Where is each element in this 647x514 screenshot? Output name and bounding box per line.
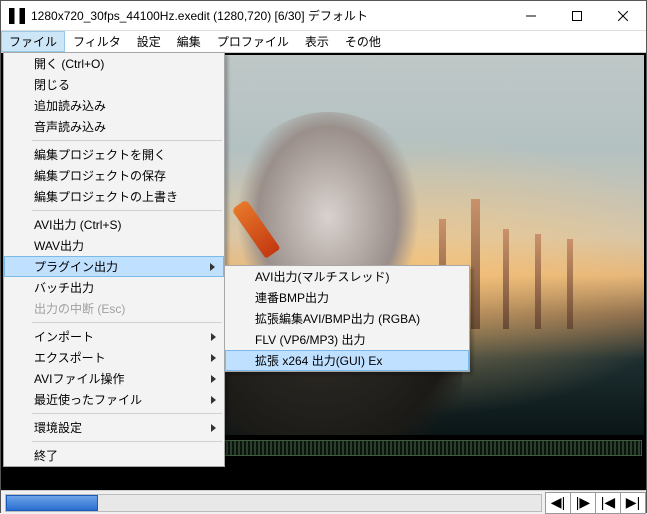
menu-profile[interactable]: プロファイル: [209, 31, 297, 52]
file-menu-item[interactable]: AVIファイル操作: [4, 368, 224, 389]
menu-item-label: 開く (Ctrl+O): [34, 55, 104, 72]
submenu-arrow-icon: [210, 263, 215, 271]
menu-item-label: バッチ出力: [34, 279, 94, 296]
title-bar: 1280x720_30fps_44100Hz.exedit (1280,720)…: [1, 1, 646, 31]
seek-scrollbar[interactable]: [5, 494, 542, 512]
menu-settings[interactable]: 設定: [129, 31, 169, 52]
file-menu-item[interactable]: 最近使ったファイル: [4, 389, 224, 410]
menu-item-label: 終了: [34, 447, 58, 464]
maximize-button[interactable]: [554, 1, 600, 30]
menu-separator: [32, 322, 222, 323]
menu-bar: ファイル フィルタ 設定 編集 プロファイル 表示 その他: [1, 31, 646, 53]
submenu-arrow-icon: [211, 333, 216, 341]
file-menu-item[interactable]: 終了: [4, 445, 224, 466]
file-menu-item[interactable]: 追加読み込み: [4, 95, 224, 116]
plugin-submenu-item[interactable]: AVI出力(マルチスレッド): [225, 266, 469, 287]
menu-item-label: 追加読み込み: [34, 97, 106, 114]
file-menu-item[interactable]: 開く (Ctrl+O): [4, 53, 224, 74]
file-menu-item[interactable]: 環境設定: [4, 417, 224, 438]
menu-item-label: 編集プロジェクトの上書き: [34, 188, 178, 205]
file-menu-item[interactable]: 音声読み込み: [4, 116, 224, 137]
file-menu-item[interactable]: 閉じる: [4, 74, 224, 95]
minimize-button[interactable]: [508, 1, 554, 30]
transport-controls: ◀| |▶ |◀ ▶|: [546, 492, 646, 514]
file-menu-item[interactable]: 編集プロジェクトの保存: [4, 165, 224, 186]
menu-item-label: 拡張編集AVI/BMP出力 (RGBA): [255, 310, 420, 327]
plugin-submenu-item[interactable]: 拡張 x264 出力(GUI) Ex: [225, 350, 469, 371]
menu-item-label: 閉じる: [34, 76, 70, 93]
plugin-submenu-item[interactable]: 拡張編集AVI/BMP出力 (RGBA): [225, 308, 469, 329]
menu-item-label: プラグイン出力: [34, 258, 118, 275]
menu-item-label: AVIファイル操作: [34, 370, 124, 387]
menu-file[interactable]: ファイル: [1, 31, 65, 52]
submenu-arrow-icon: [211, 375, 216, 383]
menu-item-label: 最近使ったファイル: [34, 391, 142, 408]
bottom-bar: ◀| |▶ |◀ ▶|: [1, 490, 646, 514]
file-menu-item[interactable]: プラグイン出力: [4, 256, 224, 277]
plugin-submenu-item[interactable]: FLV (VP6/MP3) 出力: [225, 329, 469, 350]
menu-item-label: インポート: [34, 328, 94, 345]
preview-shape: [503, 229, 509, 329]
file-menu-item: 出力の中断 (Esc): [4, 298, 224, 319]
menu-item-label: エクスポート: [34, 349, 106, 366]
file-menu-item[interactable]: WAV出力: [4, 235, 224, 256]
window-controls: [508, 1, 646, 30]
file-menu-item[interactable]: 編集プロジェクトの上書き: [4, 186, 224, 207]
file-menu-item[interactable]: エクスポート: [4, 347, 224, 368]
goto-start-button[interactable]: |◀: [595, 492, 621, 514]
menu-other[interactable]: その他: [337, 31, 389, 52]
file-menu-item[interactable]: バッチ出力: [4, 277, 224, 298]
menu-item-label: 音声読み込み: [34, 118, 106, 135]
close-button[interactable]: [600, 1, 646, 30]
menu-separator: [32, 210, 222, 211]
prev-frame-button[interactable]: ◀|: [545, 492, 571, 514]
menu-item-label: 連番BMP出力: [255, 289, 329, 306]
plugin-submenu-item[interactable]: 連番BMP出力: [225, 287, 469, 308]
preview-shape: [471, 199, 480, 329]
file-menu-item[interactable]: 編集プロジェクトを開く: [4, 144, 224, 165]
menu-view[interactable]: 表示: [297, 31, 337, 52]
next-frame-button[interactable]: |▶: [570, 492, 596, 514]
menu-item-label: AVI出力(マルチスレッド): [255, 268, 389, 285]
plugin-output-submenu: AVI出力(マルチスレッド) 連番BMP出力拡張編集AVI/BMP出力 (RGBA…: [224, 265, 470, 372]
submenu-arrow-icon: [211, 396, 216, 404]
preview-shape: [567, 239, 573, 329]
menu-filter[interactable]: フィルタ: [65, 31, 129, 52]
menu-separator: [32, 441, 222, 442]
submenu-arrow-icon: [211, 354, 216, 362]
menu-item-label: 環境設定: [34, 419, 82, 436]
goto-end-button[interactable]: ▶|: [620, 492, 646, 514]
menu-item-label: 出力の中断 (Esc): [34, 300, 125, 317]
file-menu-item[interactable]: AVI出力 (Ctrl+S): [4, 214, 224, 235]
menu-item-label: 編集プロジェクトを開く: [34, 146, 166, 163]
menu-item-label: AVI出力 (Ctrl+S): [34, 216, 121, 233]
preview-shape: [535, 234, 541, 329]
seek-thumb[interactable]: [6, 495, 98, 511]
window-title: 1280x720_30fps_44100Hz.exedit (1280,720)…: [31, 7, 508, 24]
menu-item-label: WAV出力: [34, 237, 84, 254]
menu-item-label: FLV (VP6/MP3) 出力: [255, 331, 365, 348]
menu-separator: [32, 140, 222, 141]
app-icon: [9, 8, 25, 24]
file-menu-item[interactable]: インポート: [4, 326, 224, 347]
submenu-arrow-icon: [211, 424, 216, 432]
menu-item-label: 編集プロジェクトの保存: [34, 167, 166, 184]
menu-edit[interactable]: 編集: [169, 31, 209, 52]
file-menu-dropdown: 開く (Ctrl+O) 閉じる追加読み込み音声読み込み編集プロジェクトを開く編集プ…: [3, 52, 225, 467]
menu-separator: [32, 413, 222, 414]
menu-item-label: 拡張 x264 出力(GUI) Ex: [255, 352, 382, 369]
